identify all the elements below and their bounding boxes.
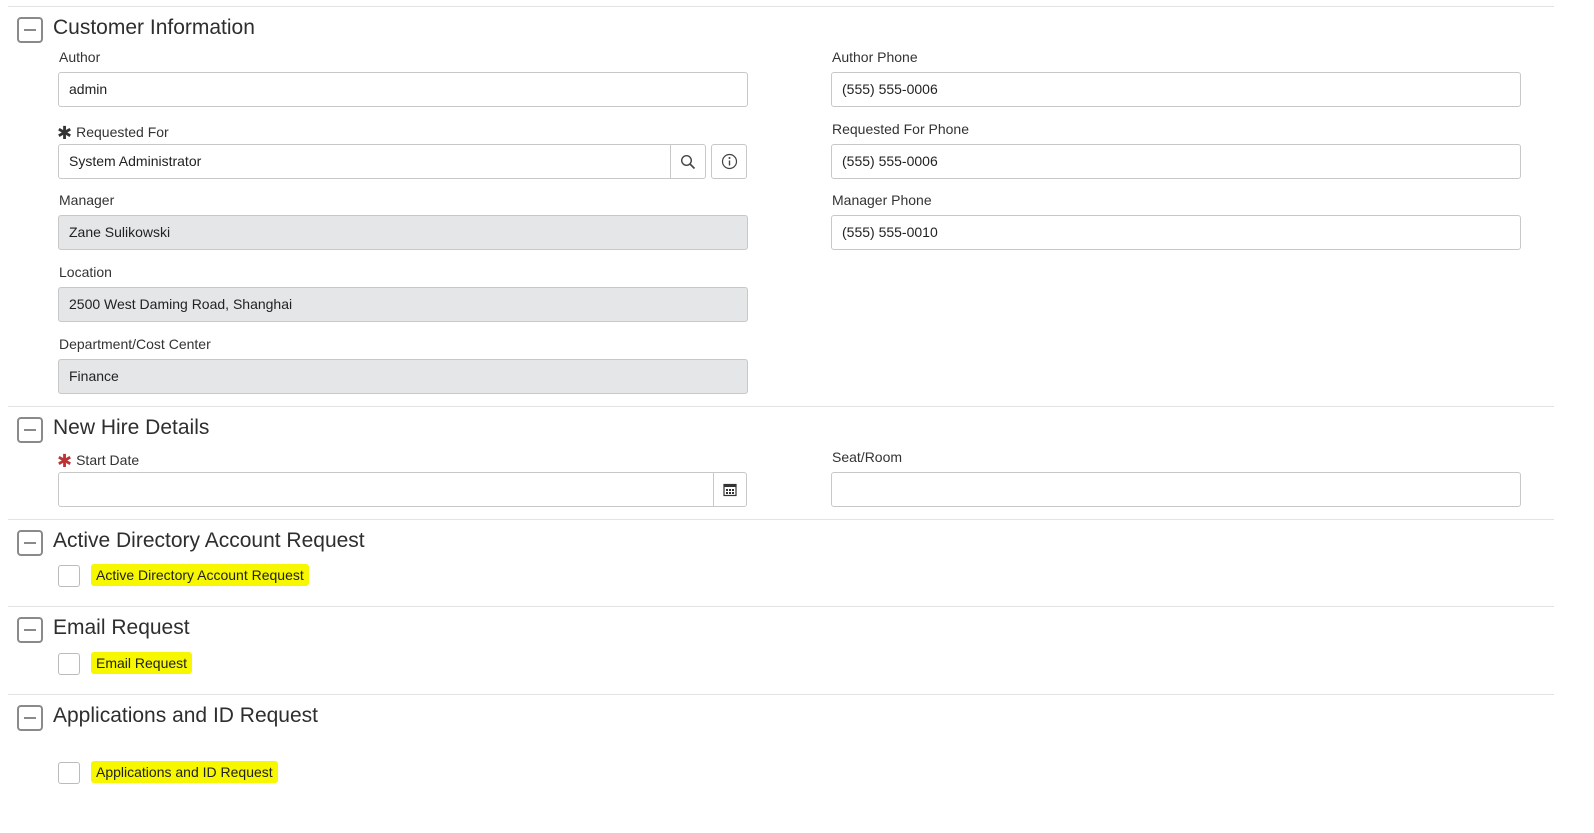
divider [8,606,1554,607]
requested-for-label: Requested For [76,124,169,140]
apps-request-checkbox-label[interactable]: Applications and ID Request [91,761,278,783]
seat-room-field[interactable] [831,472,1521,507]
ad-request-checkbox[interactable] [58,565,80,587]
department-field: Finance [58,359,748,394]
date-picker-button[interactable] [713,472,747,507]
collapse-apps-button[interactable] [17,705,43,731]
author-phone-field[interactable]: (555) 555-0006 [831,72,1521,107]
calendar-icon [723,483,737,496]
search-icon [680,154,696,169]
manager-label: Manager [59,192,115,208]
location-label: Location [59,264,112,280]
manager-phone-label: Manager Phone [832,192,932,208]
section-title: Email Request [53,616,190,639]
ad-request-checkbox-label[interactable]: Active Directory Account Request [91,564,309,586]
collapse-customer-info-button[interactable] [17,17,43,43]
required-icon: ✱ [57,123,73,143]
section-title: New Hire Details [53,416,210,439]
author-label: Author [59,49,101,65]
requested-for-phone-field[interactable]: (555) 555-0006 [831,144,1521,179]
author-phone-label: Author Phone [832,49,918,65]
info-icon [721,153,737,170]
apps-request-checkbox[interactable] [58,762,80,784]
lookup-button[interactable] [670,144,706,179]
requested-for-phone-label: Requested For Phone [832,121,969,137]
section-title: Applications and ID Request [53,704,318,727]
start-date-label-wrap: ✱ Start Date [57,449,140,471]
email-request-checkbox[interactable] [58,653,80,675]
start-date-label: Start Date [76,452,140,468]
author-field[interactable]: admin [58,72,748,107]
manager-phone-field[interactable]: (555) 555-0010 [831,215,1521,250]
requested-for-field[interactable]: System Administrator [58,144,671,179]
required-icon: ✱ [57,451,73,471]
email-request-checkbox-label[interactable]: Email Request [91,652,193,674]
section-title: Active Directory Account Request [53,529,365,552]
manager-field: Zane Sulikowski [58,215,748,250]
requested-for-label-wrap: ✱ Requested For [57,121,169,143]
info-button[interactable] [711,144,747,179]
divider [8,406,1554,407]
collapse-ad-button[interactable] [17,530,43,556]
department-label: Department/Cost Center [59,336,211,352]
section-title: Customer Information [53,16,255,39]
location-field: 2500 West Daming Road, Shanghai [58,287,748,322]
start-date-field[interactable] [58,472,714,507]
seat-room-label: Seat/Room [832,449,903,465]
divider [8,694,1554,695]
divider [8,519,1554,520]
divider [8,6,1554,7]
collapse-new-hire-button[interactable] [17,417,43,443]
collapse-email-button[interactable] [17,617,43,643]
